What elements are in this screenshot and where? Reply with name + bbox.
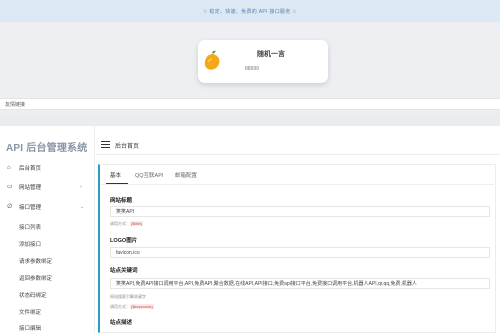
link-icon: ∅	[7, 204, 13, 210]
slogan-text: ☆ 稳定、快速、免费的 API 接口服务 ☆	[202, 8, 298, 15]
active-tab-indicator	[106, 183, 128, 184]
logo-label: LOGO图片	[110, 238, 138, 244]
sidebar-subitem-status-codes[interactable]: 状态码绑定	[19, 291, 47, 299]
sidebar-subitem-response-params[interactable]: 返回参数绑定	[19, 274, 52, 282]
site-title-input[interactable]: 笑笑API	[110, 206, 490, 217]
chevron-down-icon: ⌄	[80, 203, 85, 210]
description-label: 站点描述	[110, 320, 133, 326]
menu-toggle-icon[interactable]	[101, 141, 110, 148]
tabs-divider	[101, 184, 494, 185]
keywords-label: 站点关键词	[110, 268, 138, 274]
logo-value: favicon.ico	[116, 249, 140, 256]
friend-links-label[interactable]: 友情链接	[5, 101, 25, 108]
sidebar-subitem-add-api[interactable]: 添加接口	[19, 240, 41, 248]
hint-prefix: 调用方式：	[110, 221, 130, 226]
card-title[interactable]: 随机一言	[257, 49, 285, 59]
hint-code: {$keywords}	[130, 304, 154, 309]
sidebar-item-site-management[interactable]: ▭ 网站管理 ›	[0, 179, 95, 194]
sidebar-subitem-file-binding[interactable]: 文件绑定	[19, 308, 41, 316]
sidebar-item-api-management[interactable]: ∅ 接口管理 ⌄	[0, 199, 95, 214]
mango-icon	[204, 50, 220, 70]
monitor-icon: ▭	[7, 184, 13, 190]
top-banner: ☆ 稳定、快速、免费的 API 接口服务 ☆	[0, 0, 500, 22]
site-title-hint: 调用方式：{$title}	[110, 221, 144, 227]
keywords-hint: 网站搜索引擎关键字	[110, 294, 146, 299]
site-title-value: 笑笑API	[116, 209, 135, 215]
card-count: 88999	[245, 66, 259, 72]
keywords-input[interactable]: 笑笑API,免费API接口调用平台,API,免费API,聚合数据,在线API,A…	[110, 278, 490, 289]
brand-title: API 后台管理系统	[6, 143, 88, 154]
sidebar-item-label: 网站管理	[19, 184, 42, 191]
keywords-value: 笑笑API,免费API接口调用平台,API,免费API,聚合数据,在线API,A…	[116, 281, 417, 287]
hint-code: {$title}	[130, 221, 144, 226]
sidebar-item-home[interactable]: ⌂ 后台首页	[0, 160, 95, 175]
sidebar-subitem-request-params[interactable]: 请求参数绑定	[19, 257, 52, 265]
hint-prefix: 调用方式：	[110, 304, 130, 309]
admin-top-strip	[0, 113, 500, 126]
keywords-usage-hint: 调用方式：{$keywords}	[110, 304, 154, 310]
logo-input[interactable]: favicon.ico	[110, 247, 490, 258]
home-icon: ⌂	[7, 164, 11, 171]
breadcrumb: 后台首页	[115, 144, 140, 150]
tab-qq-api[interactable]: QQ互联API	[135, 171, 163, 179]
site-title-label: 网站标题	[110, 198, 133, 204]
sidebar	[0, 126, 95, 333]
chevron-right-icon: ›	[80, 183, 82, 190]
tab-basic[interactable]: 基本	[110, 171, 121, 179]
sidebar-item-label: 接口管理	[19, 204, 42, 211]
friend-links-bar: 友情链接	[0, 98, 500, 110]
sidebar-subitem-api-edit[interactable]: 接口编辑	[19, 324, 41, 332]
header-divider	[96, 154, 500, 155]
tab-email-config[interactable]: 邮箱配置	[175, 171, 197, 179]
sidebar-subitem-api-list[interactable]: 接口列表	[19, 223, 41, 231]
sidebar-item-label: 后台首页	[19, 165, 42, 172]
